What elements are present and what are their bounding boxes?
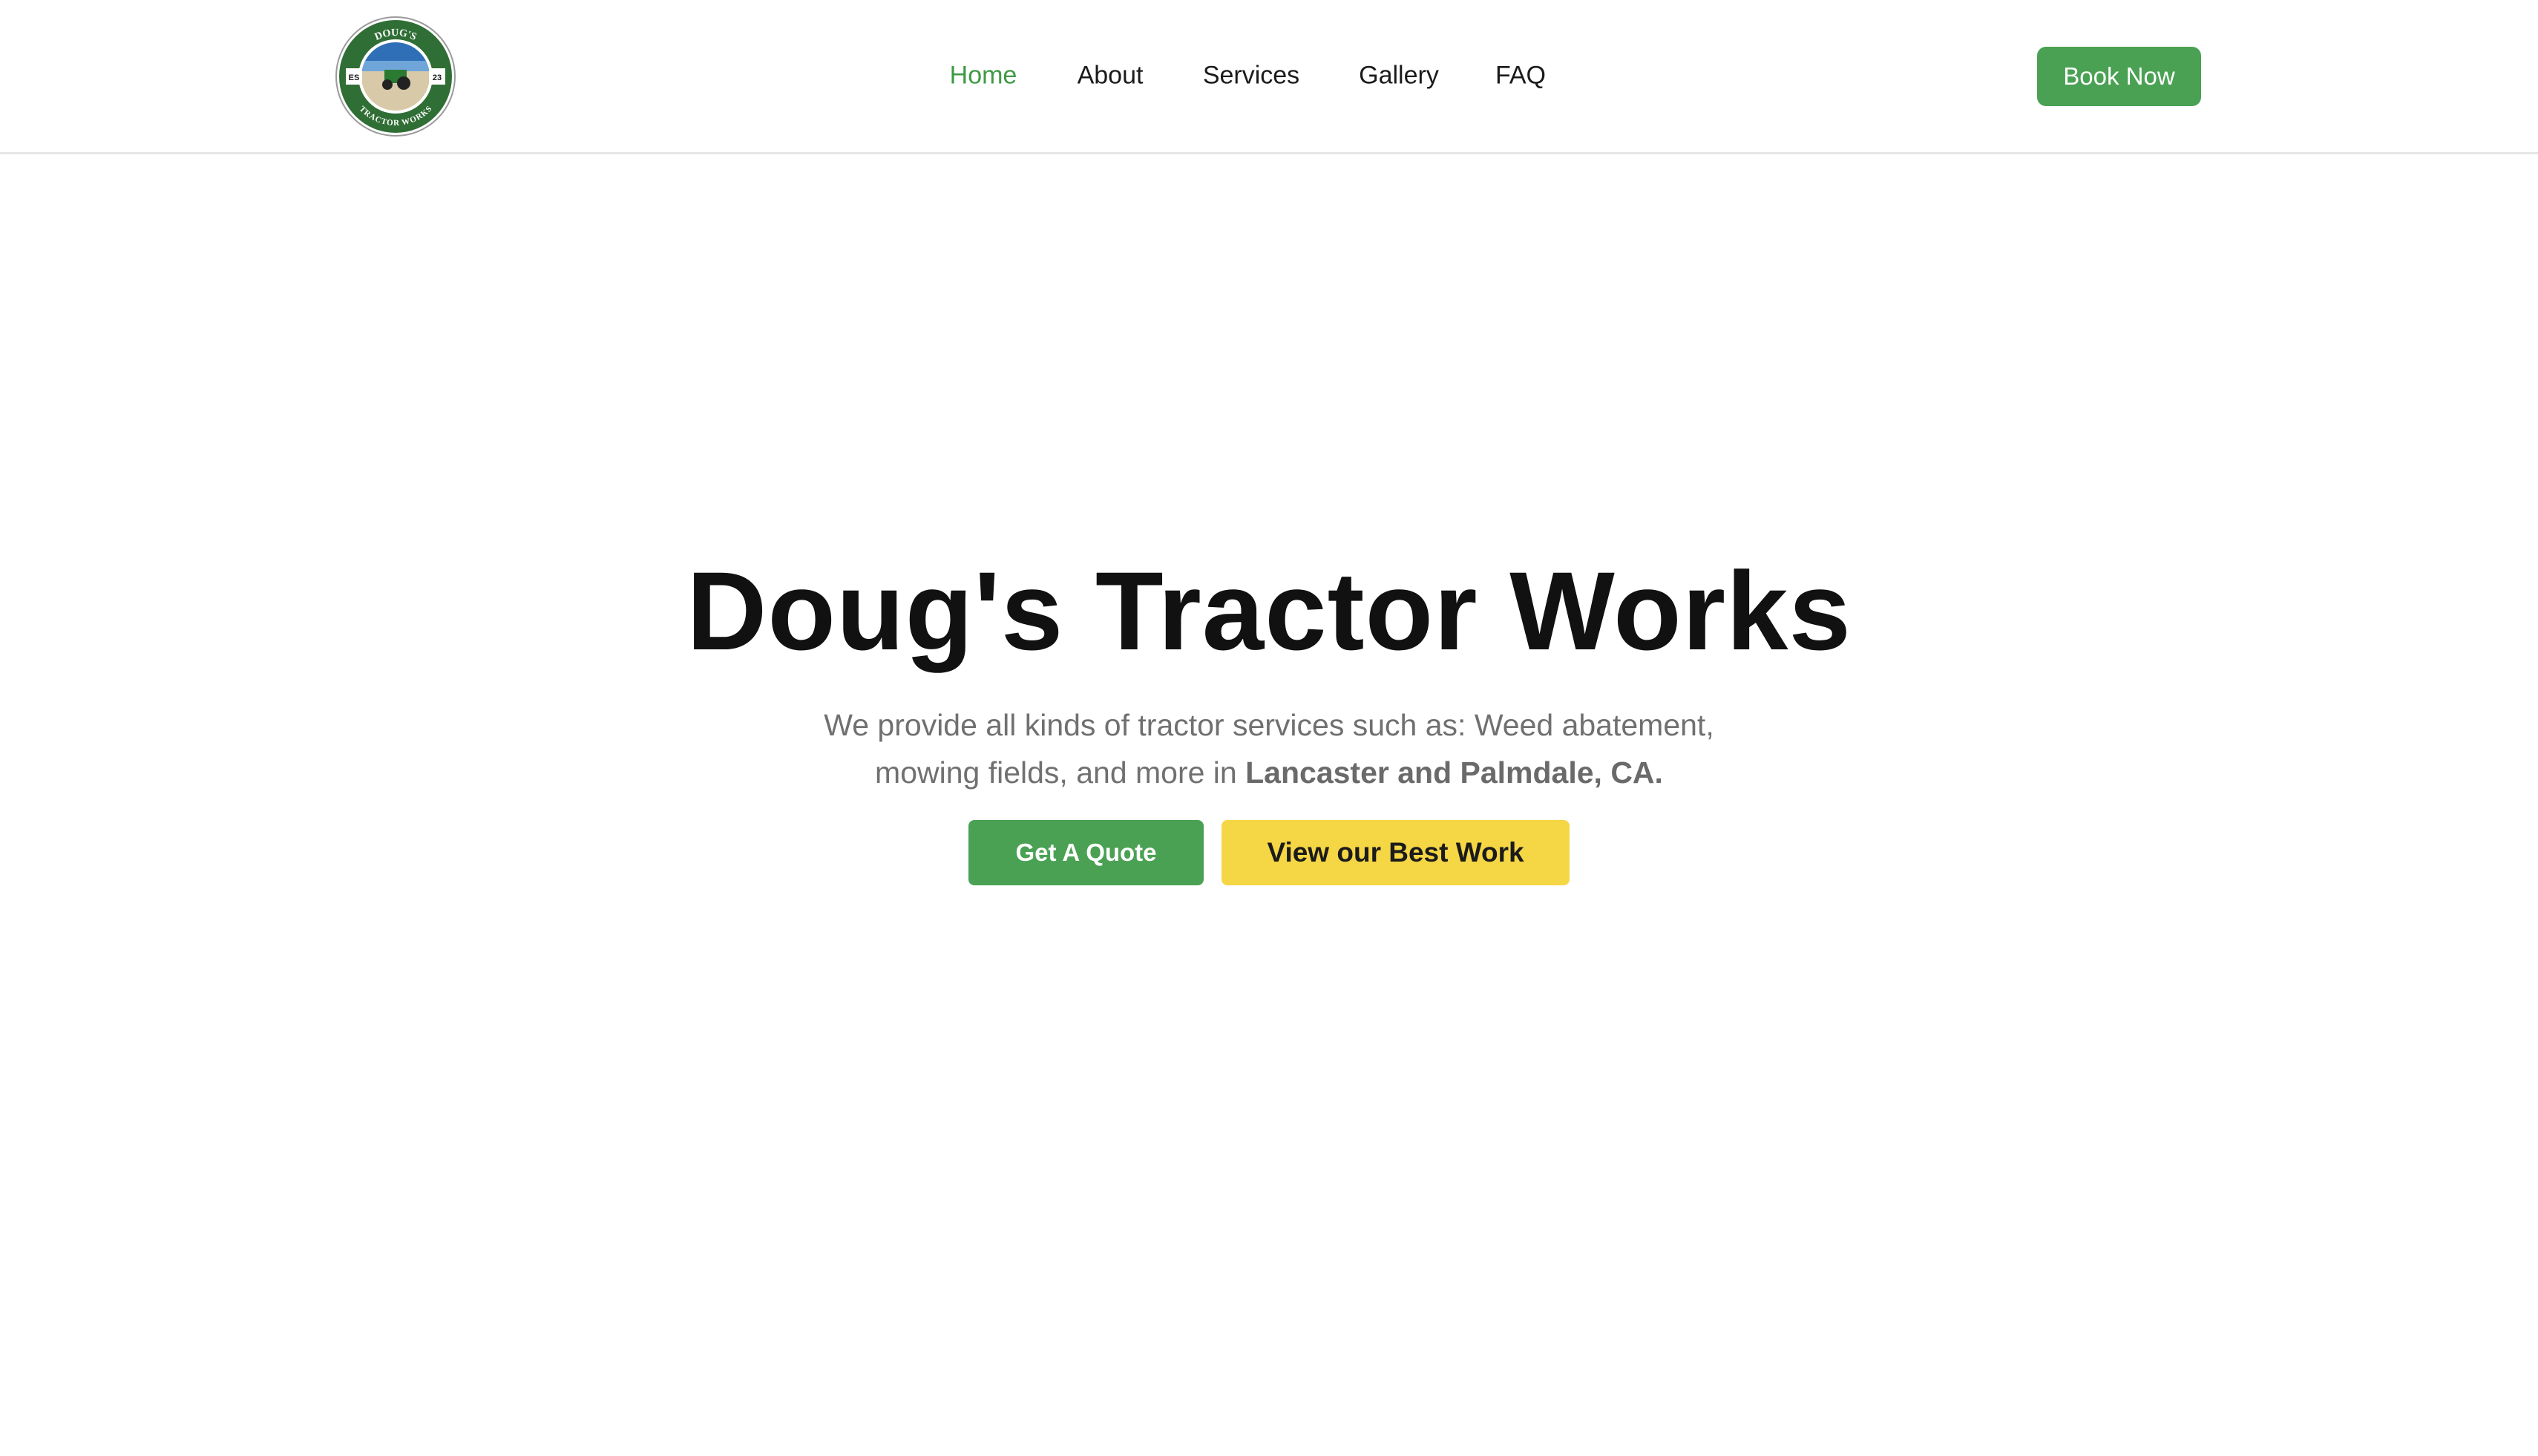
hero-subtitle: We provide all kinds of tractor services…	[779, 701, 1759, 796]
hero-title: Doug's Tractor Works	[686, 548, 1852, 673]
hero-subtitle-line1: We provide all kinds of tractor services…	[824, 708, 1714, 742]
get-quote-button[interactable]: Get A Quote	[968, 820, 1204, 885]
nav-about[interactable]: About	[1078, 62, 1144, 91]
view-best-work-button[interactable]: View our Best Work	[1222, 820, 1570, 885]
hero-subtitle-line2: mowing fields, and more in	[875, 755, 1246, 790]
book-now-button[interactable]: Book Now	[2037, 47, 2201, 106]
hero-section	[0, 154, 2538, 1456]
nav-faq[interactable]: FAQ	[1495, 62, 1546, 91]
hero-subtitle-location: Lancaster and Palmdale, CA.	[1245, 755, 1663, 790]
nav-gallery[interactable]: Gallery	[1359, 62, 1439, 91]
nav-home[interactable]: Home	[950, 62, 1017, 91]
site-header: ES 23 DOUG'S TRACTOR WORKS Home About Se…	[0, 0, 2538, 154]
nav-services[interactable]: Services	[1203, 62, 1299, 91]
hero-buttons: Get A Quote View our Best Work	[0, 820, 2538, 885]
